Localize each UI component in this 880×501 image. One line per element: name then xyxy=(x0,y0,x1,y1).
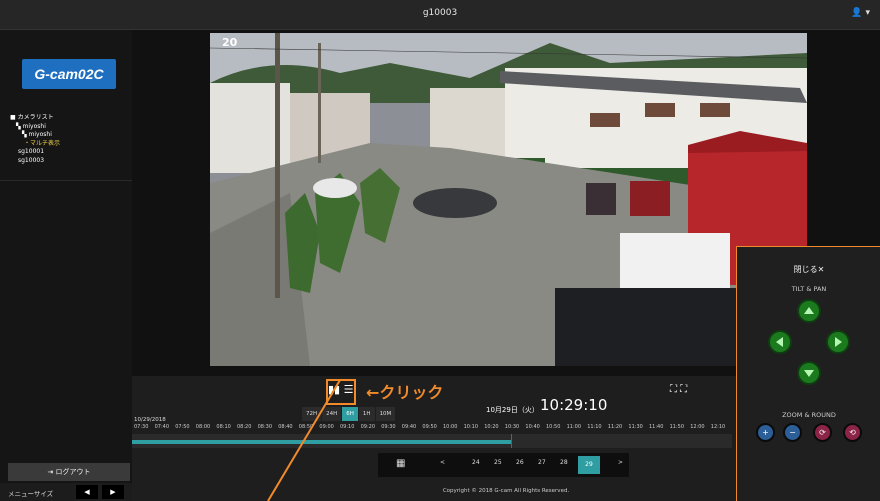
pan-right-button[interactable] xyxy=(826,330,850,354)
rotate-left-button[interactable]: ⟲ xyxy=(843,423,862,442)
timeline-tick-label: 10:30 xyxy=(504,424,520,430)
timeline-tick-label: 09:20 xyxy=(360,424,376,430)
pager-prev-button[interactable]: < xyxy=(440,459,445,466)
timeline-tick-label: 12:00 xyxy=(690,424,705,430)
tree-item-camera[interactable]: sg10001 xyxy=(10,148,60,157)
current-date: 10月29日（火） xyxy=(486,406,539,414)
timeline-tick-label: 08:20 xyxy=(237,424,252,430)
timeline-tick-label: 07:40 xyxy=(154,424,170,430)
current-time: 10:29:10 xyxy=(540,396,608,414)
timeline-tick-label: 09:50 xyxy=(422,424,437,430)
timeline-tick-label: 10:10 xyxy=(463,424,479,430)
calendar-icon[interactable]: ▦ xyxy=(396,458,405,469)
sidebar: G-cam02C ■ カメラリスト ▚ miyoshi ▚ miyoshi ・マ… xyxy=(0,30,132,501)
tree-item-group[interactable]: ▚ miyoshi xyxy=(10,123,60,132)
timeline-tick-label: 10:40 xyxy=(525,424,540,430)
timeline-tick-label: 09:40 xyxy=(401,424,417,430)
timeline-tick-label: 08:40 xyxy=(278,424,293,430)
timeline-date-label: 10/29/2018 xyxy=(134,417,166,423)
timeline-tick-label: 09:10 xyxy=(340,424,355,430)
zoom-out-button[interactable]: − xyxy=(783,423,802,442)
zoom-in-button[interactable]: + xyxy=(756,423,775,442)
timeline-tick-label: 10:20 xyxy=(484,424,499,430)
camera-tree: ■ カメラリスト ▚ miyoshi ▚ miyoshi ・マルチ表示 sg10… xyxy=(10,114,60,165)
timeline-tick-label: 08:10 xyxy=(216,424,231,430)
camera-scene-image xyxy=(210,33,807,366)
pager-day[interactable]: 24 xyxy=(472,459,480,466)
timeline-tick-label: 12:10 xyxy=(710,424,726,430)
menu-expand-button[interactable]: ▶ xyxy=(102,485,124,499)
timeline-tick-label: 11:30 xyxy=(628,424,643,430)
range-button[interactable]: 24H xyxy=(322,407,342,421)
timeline-tick-label: 07:50 xyxy=(175,424,190,430)
camera-video[interactable]: 20 xyxy=(210,33,807,366)
timeline-tick-label: 08:50 xyxy=(298,424,314,430)
ptz-panel: 閉じる✕ TILT & PAN ZOOM & ROUND + − ⟳ ⟲ xyxy=(736,246,880,501)
user-icon[interactable]: 👤 ▾ xyxy=(851,8,870,18)
app-logo: G-cam02C xyxy=(22,59,116,89)
timeline-tick-label: 08:00 xyxy=(195,424,211,430)
range-selector: 72H 24H 6H 1H 10M xyxy=(302,400,396,421)
range-button[interactable]: 1H xyxy=(358,407,375,421)
menu-size-bar: メニューサイズ ◀ ▶ xyxy=(0,483,132,501)
rotate-right-button[interactable]: ⟳ xyxy=(813,423,832,442)
timeline-tick-label: 11:10 xyxy=(587,424,602,430)
menu-size-label: メニューサイズ xyxy=(8,490,54,498)
pager-next-button[interactable]: > xyxy=(618,459,623,466)
range-button[interactable]: 72H xyxy=(302,407,322,421)
timeline-tick-label: 11:00 xyxy=(566,424,582,430)
top-bar: g10003 👤 ▾ xyxy=(0,0,880,30)
ptz-close-button[interactable]: 閉じる✕ xyxy=(737,264,880,275)
zoom-round-label: ZOOM & ROUND xyxy=(782,411,836,419)
tilt-down-button[interactable] xyxy=(797,361,821,385)
range-button-active[interactable]: 6H xyxy=(342,407,358,421)
sidebar-divider xyxy=(0,180,132,181)
day-pager: ▦ < 24 25 26 27 28 29 > xyxy=(378,453,629,477)
app-root: g10003 👤 ▾ G-cam02C ■ カメラリスト ▚ miyoshi ▚… xyxy=(0,0,880,501)
timeline-tick-label: 11:40 xyxy=(649,424,664,430)
timeline-ticks: 07:30 07:40 07:50 08:00 08:10 08:20 08:30 08:40… xyxy=(132,424,732,434)
timeline-tick-label: 09:30 xyxy=(381,424,396,430)
timeline-recorded-fill xyxy=(132,440,511,444)
timeline-tick-label: 11:20 xyxy=(607,424,623,430)
range-button[interactable]: 10M xyxy=(375,407,396,421)
pager-day[interactable]: 25 xyxy=(494,459,502,466)
tilt-up-button[interactable] xyxy=(797,299,821,323)
timeline-cursor[interactable] xyxy=(510,434,512,448)
timeline-tick-label: 10:50 xyxy=(546,424,561,430)
menu-shrink-button[interactable]: ◀ xyxy=(76,485,98,499)
timeline-tick-label: 10:00 xyxy=(443,424,458,430)
tree-item-subgroup[interactable]: ▚ miyoshi xyxy=(10,131,60,140)
tree-item-camera-list[interactable]: ■ カメラリスト xyxy=(10,114,60,123)
pager-day[interactable]: 28 xyxy=(560,459,568,466)
tree-item-camera[interactable]: sg10003 xyxy=(10,157,60,166)
timeline-tick-label: 11:50 xyxy=(669,424,685,430)
timeline-tick-label: 07:30 xyxy=(134,424,149,430)
timeline-tick-label: 08:30 xyxy=(257,424,273,430)
pager-day[interactable]: 26 xyxy=(516,459,524,466)
pan-left-button[interactable] xyxy=(768,330,792,354)
logout-button[interactable]: ⇥ ログアウト xyxy=(8,463,130,481)
window-title: g10003 xyxy=(422,8,458,18)
timeline-bar[interactable] xyxy=(132,434,732,448)
pager-day[interactable]: 27 xyxy=(538,459,546,466)
pager-day-current[interactable]: 29 xyxy=(578,456,600,474)
video-timestamp: 20 xyxy=(222,36,238,49)
tree-item-multi-view[interactable]: ・マルチ表示 xyxy=(10,140,60,149)
timeline-tick-label: 09:00 xyxy=(319,424,334,430)
tilt-pan-label: TILT & PAN xyxy=(791,285,827,293)
fullscreen-icon[interactable]: ⛶ ⛶ xyxy=(670,384,687,395)
